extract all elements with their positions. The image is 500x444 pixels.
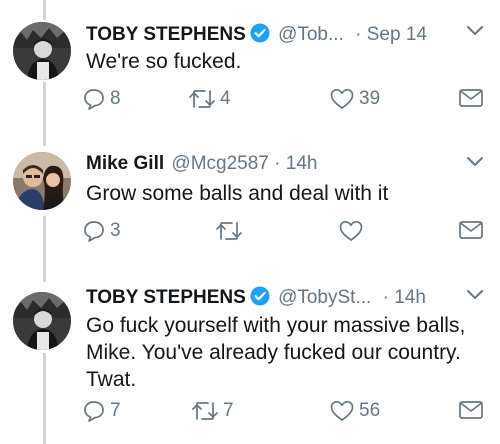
tweet[interactable]: Mike Gill @Mcg2587 · 14h Grow some balls… <box>0 140 500 280</box>
tweet-text-line: Grow some balls and deal with it <box>86 182 389 205</box>
like-count: 56 <box>359 400 381 421</box>
author-name[interactable]: Mike Gill <box>86 153 164 174</box>
chevron-down-icon[interactable] <box>466 25 484 37</box>
tweet-text-line: Go fuck yourself with your massive balls… <box>86 314 466 337</box>
like-button[interactable] <box>338 219 368 243</box>
author-handle[interactable]: @Tob... <box>278 24 344 45</box>
timestamp[interactable]: 14h <box>394 287 426 308</box>
tweet[interactable]: TOBY STEPHENS @TobySt... · 14h Go fuck y… <box>0 280 500 444</box>
retweet-button[interactable]: 7 <box>191 399 234 423</box>
reply-button[interactable]: 8 <box>82 87 121 111</box>
tweet-text: Grow some balls and deal with it <box>86 180 481 207</box>
like-button[interactable]: 39 <box>329 87 380 111</box>
retweet-icon <box>192 402 218 420</box>
tweet-actions: 7 7 56 <box>82 399 492 427</box>
message-button[interactable] <box>458 87 484 109</box>
envelope-icon <box>459 89 483 107</box>
verified-badge-icon <box>250 23 270 43</box>
author-handle[interactable]: @Mcg2587 <box>171 153 268 174</box>
reply-icon <box>84 221 104 242</box>
reply-icon <box>84 401 104 422</box>
reply-button[interactable]: 7 <box>82 399 121 423</box>
retweet-icon <box>189 90 215 108</box>
message-button[interactable] <box>458 399 484 421</box>
envelope-icon <box>459 401 483 419</box>
tweet[interactable]: TOBY STEPHENS @Tob... · Sep 14 We're so … <box>0 0 500 140</box>
tweet-text-line: Twat. <box>86 368 137 391</box>
retweet-count: 7 <box>223 400 234 421</box>
timestamp[interactable]: Sep 14 <box>367 24 427 45</box>
reply-count: 8 <box>110 88 121 109</box>
avatar[interactable] <box>13 22 71 80</box>
avatar[interactable] <box>13 292 71 350</box>
verified-badge-icon <box>250 286 270 306</box>
reply-count: 3 <box>110 220 121 241</box>
author-handle[interactable]: @TobySt... <box>278 287 371 308</box>
reply-button[interactable]: 3 <box>82 219 121 243</box>
heart-icon <box>330 400 354 421</box>
timestamp[interactable]: 14h <box>286 153 318 174</box>
chevron-down-icon[interactable] <box>466 289 484 301</box>
retweet-icon <box>216 222 242 240</box>
separator: · <box>382 287 389 308</box>
tweet-text-line: We're so fucked. <box>86 50 242 73</box>
envelope-icon <box>459 221 483 239</box>
tweet-text: Go fuck yourself with your massive balls… <box>86 312 481 393</box>
tweet-text: We're so fucked. <box>86 48 481 75</box>
author-name[interactable]: TOBY STEPHENS <box>86 24 246 45</box>
message-button[interactable] <box>458 219 484 241</box>
heart-icon <box>330 88 354 109</box>
author-name[interactable]: TOBY STEPHENS <box>86 287 246 308</box>
chevron-down-icon[interactable] <box>466 156 484 168</box>
retweet-count: 4 <box>220 88 231 109</box>
reply-icon <box>84 89 104 110</box>
tweet-actions: 3 <box>82 219 492 247</box>
like-button[interactable]: 56 <box>329 399 380 423</box>
retweet-button[interactable] <box>215 219 247 243</box>
heart-icon <box>339 220 363 241</box>
separator: · <box>355 24 362 45</box>
tweet-text-line: Mike. You've already fucked our country. <box>86 341 461 364</box>
reply-count: 7 <box>110 400 121 421</box>
avatar[interactable] <box>13 152 71 210</box>
retweet-button[interactable]: 4 <box>188 87 231 111</box>
tweet-actions: 8 4 39 <box>82 87 492 115</box>
separator: · <box>274 153 281 174</box>
like-count: 39 <box>359 88 381 109</box>
